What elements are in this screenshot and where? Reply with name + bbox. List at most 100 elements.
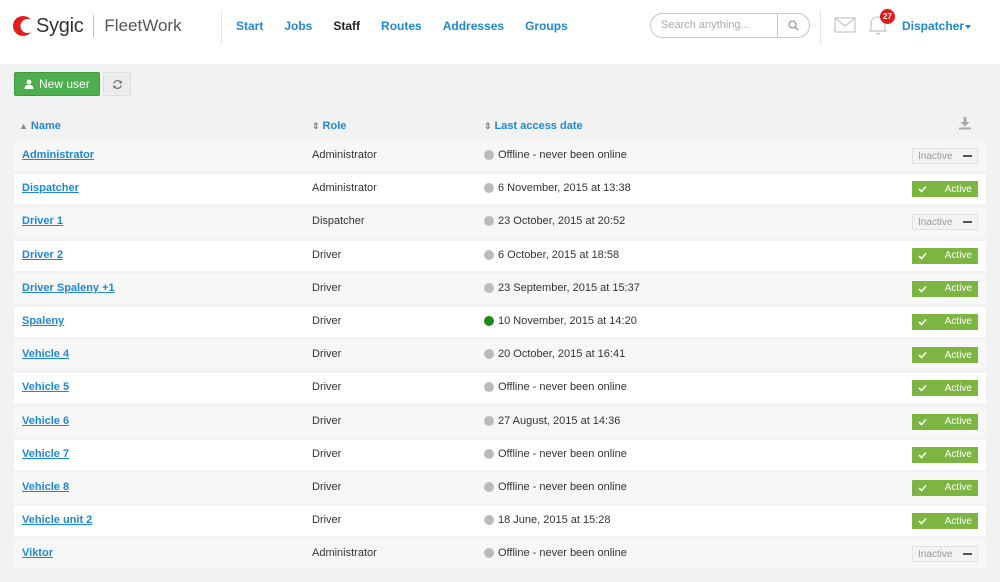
offline-status-dot-icon [484,249,494,260]
check-icon [918,352,927,359]
offline-status-dot-icon [484,150,494,160]
new-user-button[interactable]: New user [14,72,100,96]
column-header-last-access[interactable]: ⇕ Last access date [484,120,583,132]
user-menu[interactable]: Dispatcher [902,19,972,33]
status-toggle[interactable]: Active [912,446,978,463]
table-row[interactable]: Driver 1 Dispatcher 23 October, 2015 at 20… [14,207,986,238]
offline-status-dot-icon [484,282,494,293]
nav-item-addresses[interactable]: Addresses [443,19,504,33]
table-row[interactable]: Vehicle 6 Driver 27 August, 2015 at 14:36 A… [14,406,986,437]
users-table: Administrator Administrator Offline - neve… [14,141,986,572]
search-button[interactable] [777,14,809,37]
nav-item-start[interactable]: Start [236,19,263,33]
last-access-text: Offline - never been online [498,149,627,161]
user-name-link[interactable]: Viktor [22,547,53,559]
last-access: 6 October, 2015 at 18:58 [484,249,619,261]
user-name-link[interactable]: Vehicle 5 [22,381,69,393]
offline-status-dot-icon [484,548,494,559]
table-row[interactable]: Vehicle 8 Driver Offline - never been onli… [14,472,986,503]
status-label: Active [944,250,972,262]
column-header-role[interactable]: ⇕ Role [312,120,346,132]
refresh-icon [112,79,122,89]
status-toggle[interactable]: Active [912,479,978,496]
table-row[interactable]: Driver 2 Driver 6 October, 2015 at 18:58 Ac… [14,240,986,271]
user-name-link[interactable]: Vehicle 8 [22,481,69,493]
last-access-text: Offline - never been online [498,381,627,394]
status-label: Inactive [918,150,953,162]
table-row[interactable]: Driver Spaleny +1 Driver 23 September, 201… [14,273,986,304]
status-toggle[interactable]: Active [912,380,978,397]
status-toggle[interactable]: Active [912,347,978,364]
status-label: Active [944,416,972,427]
offline-status-dot-icon [484,216,494,227]
brand-divider [93,15,95,37]
check-icon [918,484,927,492]
nav-item-jobs[interactable]: Jobs [284,19,312,33]
user-name-link[interactable]: Administrator [22,149,94,161]
status-toggle[interactable]: Active [912,413,978,430]
user-name-link[interactable]: Vehicle 4 [22,348,69,360]
last-access: 23 September, 2015 at 15:37 [484,282,640,294]
last-access-text: Offline - never been online [498,480,627,493]
table-row[interactable]: Vehicle 5 Driver Offline - never been onli… [14,373,986,404]
status-toggle[interactable]: Inactive [912,148,978,164]
table-row[interactable]: Vehicle unit 2 Driver 18 June, 2015 at 15:… [14,506,986,537]
column-header-name[interactable]: ▲ Name [19,120,61,132]
status-label: Active [944,515,972,527]
user-name-link[interactable]: Vehicle 6 [22,415,69,427]
nav-item-staff[interactable]: Staff [333,19,360,33]
search-box [650,13,810,38]
minus-icon [963,553,972,556]
user-role: Administrator [312,182,377,195]
user-name-link[interactable]: Vehicle 7 [22,448,69,460]
user-name-link[interactable]: Driver 2 [22,249,63,261]
status-toggle[interactable]: Inactive [912,214,978,231]
last-access: Offline - never been online [484,381,627,393]
status-label: Inactive [918,548,953,560]
last-access-text: Offline - never been online [498,447,627,460]
last-access: 27 August, 2015 at 14:36 [484,415,620,427]
status-toggle[interactable]: Active [912,280,978,297]
nav-divider [221,10,222,44]
user-name-link[interactable]: Dispatcher [22,182,79,194]
new-user-label: New user [39,77,90,91]
check-icon [918,285,927,293]
minus-icon [963,155,972,157]
user-role: Driver [312,514,342,527]
download-icon[interactable] [958,116,972,133]
user-role: Administrator [312,547,377,560]
table-row[interactable]: Vehicle 7 Driver Offline - never been onli… [14,439,986,470]
table-row[interactable]: Vehicle 4 Driver 20 October, 2015 at 16:41… [14,340,986,371]
user-name-link[interactable]: Driver 1 [22,215,63,227]
user-role: Driver [312,348,342,361]
offline-status-dot-icon [484,515,494,526]
user-icon [24,79,34,89]
user-name-link[interactable]: Driver Spaleny +1 [22,282,115,294]
last-access: 20 October, 2015 at 16:41 [484,348,625,360]
status-label: Active [944,482,972,494]
nav-item-routes[interactable]: Routes [381,19,422,33]
envelope-icon[interactable] [834,17,856,36]
nav-item-groups[interactable]: Groups [525,19,568,33]
user-name-link[interactable]: Vehicle unit 2 [22,514,92,526]
table-row[interactable]: Viktor Administrator Offline - never been … [14,539,986,570]
table-row[interactable]: Dispatcher Administrator 6 November, 2015 … [14,174,986,205]
table-row[interactable]: Administrator Administrator Offline - neve… [14,141,986,171]
status-toggle[interactable]: Active [912,513,978,530]
search-input[interactable] [661,19,771,31]
last-access-text: Offline - never been online [498,547,627,560]
refresh-button[interactable] [103,72,131,96]
table-row[interactable]: Spaleny Driver 10 November, 2015 at 14:20 A… [14,306,986,337]
status-toggle[interactable]: Active [912,247,978,264]
brand-name: Sygic [36,14,84,37]
status-toggle[interactable]: Active [912,181,978,198]
last-access-text: 27 August, 2015 at 14:36 [498,414,621,427]
status-toggle[interactable]: Inactive [912,546,978,563]
last-access: Offline - never been online [484,547,627,559]
check-icon [918,518,927,525]
brand-logo[interactable]: Sygic FleetWork [12,12,182,40]
status-toggle[interactable]: Active [912,313,978,330]
last-access-text: 6 October, 2015 at 18:58 [498,248,620,261]
user-name-link[interactable]: Spaleny [22,315,64,327]
status-label: Active [944,183,972,195]
